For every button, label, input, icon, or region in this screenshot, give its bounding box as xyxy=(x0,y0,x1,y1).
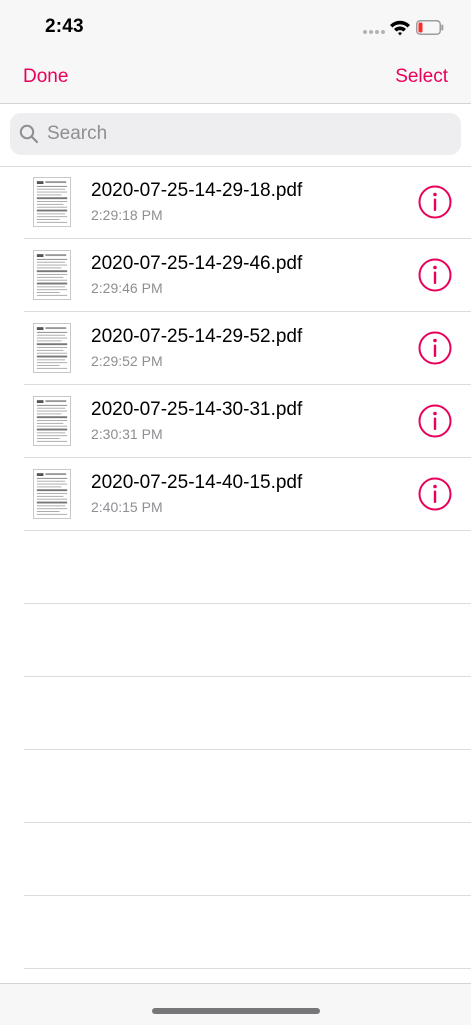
info-icon[interactable] xyxy=(418,258,452,292)
file-time: 2:30:31 PM xyxy=(91,426,163,442)
file-time: 2:29:52 PM xyxy=(91,353,163,369)
pdf-thumbnail-icon xyxy=(33,177,71,227)
status-time: 2:43 xyxy=(45,16,84,37)
file-row[interactable]: 2020-07-25-14-30-31.pdf 2:30:31 PM xyxy=(24,385,471,458)
info-icon[interactable] xyxy=(418,404,452,438)
empty-list-row xyxy=(24,677,471,750)
empty-list-row xyxy=(24,604,471,677)
done-button[interactable]: Done xyxy=(23,66,68,88)
search-field[interactable] xyxy=(10,113,461,155)
file-name: 2020-07-25-14-40-15.pdf xyxy=(91,472,303,493)
file-list: 2020-07-25-14-29-18.pdf 2:29:18 PM 2020-… xyxy=(0,166,471,969)
empty-list-row xyxy=(24,750,471,823)
home-indicator[interactable] xyxy=(152,1008,320,1014)
file-name: 2020-07-25-14-30-31.pdf xyxy=(91,399,303,420)
pdf-thumbnail-icon xyxy=(33,396,71,446)
empty-list-row xyxy=(24,823,471,896)
file-time: 2:40:15 PM xyxy=(91,499,163,515)
file-row[interactable]: 2020-07-25-14-29-52.pdf 2:29:52 PM xyxy=(24,312,471,385)
search-bar xyxy=(0,104,471,167)
select-button[interactable]: Select xyxy=(395,66,448,88)
file-time: 2:29:18 PM xyxy=(91,207,163,223)
file-row[interactable]: 2020-07-25-14-40-15.pdf 2:40:15 PM xyxy=(24,458,471,531)
bottom-toolbar xyxy=(0,983,471,1025)
file-name: 2020-07-25-14-29-52.pdf xyxy=(91,326,303,347)
file-name: 2020-07-25-14-29-46.pdf xyxy=(91,253,303,274)
file-time: 2:29:46 PM xyxy=(91,280,163,296)
info-icon[interactable] xyxy=(418,331,452,365)
pdf-thumbnail-icon xyxy=(33,323,71,373)
battery-low-icon xyxy=(416,20,444,35)
file-row[interactable]: 2020-07-25-14-29-18.pdf 2:29:18 PM xyxy=(24,166,471,239)
cellular-signal-icon xyxy=(363,30,385,34)
empty-list-row xyxy=(24,896,471,969)
search-icon xyxy=(19,124,39,144)
info-icon[interactable] xyxy=(418,185,452,219)
pdf-thumbnail-icon xyxy=(33,469,71,519)
search-input[interactable] xyxy=(45,122,429,146)
wifi-icon xyxy=(390,20,410,36)
file-row[interactable]: 2020-07-25-14-29-46.pdf 2:29:46 PM xyxy=(24,239,471,312)
pdf-thumbnail-icon xyxy=(33,250,71,300)
file-name: 2020-07-25-14-29-18.pdf xyxy=(91,180,303,201)
empty-list-row xyxy=(24,531,471,604)
info-icon[interactable] xyxy=(418,477,452,511)
navigation-header: 2:43 Done Select xyxy=(0,0,471,104)
